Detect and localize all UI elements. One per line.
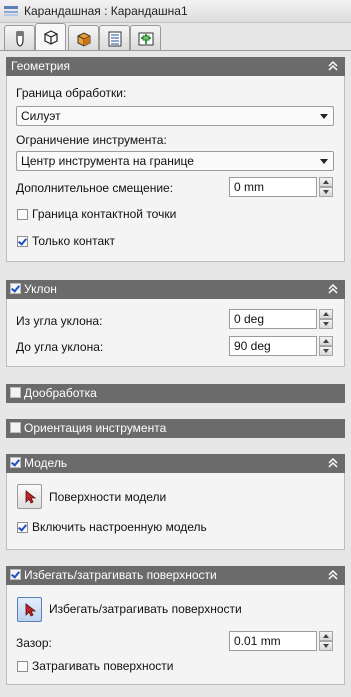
stepper-up-icon[interactable] [319,631,333,641]
tab-stock[interactable] [68,25,99,50]
section-enable-checkbox[interactable] [10,569,21,580]
title-bar: Карандашная : Карандашна1 [0,0,351,23]
section-title: Избегать/затрагивать поверхности [24,568,217,582]
section-rest-machining-header[interactable]: Дообработка [6,384,345,403]
input-value: 0 mm [234,180,264,194]
section-tool-orientation-header[interactable]: Ориентация инструмента [6,419,345,438]
input-value: 0 deg [234,312,265,326]
contact-only-label: Только контакт [32,234,116,248]
contact-point-boundary-checkbox[interactable] [17,209,28,220]
collapse-chevron-icon[interactable] [327,282,339,296]
tab-limits[interactable] [35,23,66,51]
touch-surfaces-checkbox[interactable] [17,661,28,672]
to-slope-angle-input[interactable]: 90 deg [229,336,317,356]
window-title: Карандашная : Карандашна1 [24,4,188,18]
tab-linking[interactable] [130,25,161,50]
from-slope-angle-stepper[interactable] [319,309,333,329]
clearance-label: Зазор: [16,636,52,650]
to-slope-angle-stepper[interactable] [319,336,333,356]
touch-surfaces-label: Затрагивать поверхности [32,659,174,673]
clearance-stepper[interactable] [319,631,333,651]
additional-offset-label: Дополнительное смещение: [16,181,174,195]
input-value: 90 deg [234,339,271,353]
section-title: Ориентация инструмента [24,421,167,435]
section-title: Модель [24,456,68,470]
tab-divider [0,50,351,51]
section-geometry-header[interactable]: Геометрия [6,57,345,76]
avoid-touch-surfaces-label: Избегать/затрагивать поверхности [49,602,242,616]
stepper-down-icon[interactable] [319,187,333,197]
tool-containment-label: Ограничение инструмента: [16,133,167,147]
collapse-chevron-icon[interactable] [327,59,339,73]
contact-point-boundary-label: Граница контактной точки [32,207,177,221]
stepper-up-icon[interactable] [319,309,333,319]
collapse-chevron-icon[interactable] [327,456,339,470]
tool-containment-dropdown[interactable]: Центр инструмента на границе [16,151,334,171]
tab-tool[interactable] [4,25,35,50]
section-enable-checkbox[interactable] [10,422,21,433]
input-value: 0.01 mm [234,634,281,648]
stepper-down-icon[interactable] [319,641,333,651]
dropdown-value: Центр инструмента на границе [21,154,194,168]
include-stock-model-label: Включить настроенную модель [32,520,207,534]
toolpath-icon [4,5,18,17]
dropdown-arrow-icon [320,159,328,164]
tab-passes[interactable] [99,25,130,50]
section-model-header[interactable]: Модель [6,454,345,473]
section-model-body [6,473,345,550]
section-title: Геометрия [11,59,70,73]
include-stock-model-checkbox[interactable] [17,522,28,533]
contact-only-checkbox[interactable] [17,236,28,247]
clearance-input[interactable]: 0.01 mm [229,631,317,651]
dropdown-value: Силуэт [21,109,61,123]
section-slope-header[interactable]: Уклон [6,280,345,299]
stepper-down-icon[interactable] [319,319,333,329]
section-title: Уклон [24,282,57,296]
section-enable-checkbox[interactable] [10,387,21,398]
to-slope-angle-label: До угла уклона: [16,340,104,354]
from-slope-angle-label: Из угла уклона: [16,314,103,328]
section-title: Дообработка [24,386,97,400]
from-slope-angle-input[interactable]: 0 deg [229,309,317,329]
machining-boundary-label: Граница обработки: [16,86,127,100]
stepper-up-icon[interactable] [319,336,333,346]
dropdown-arrow-icon [320,114,328,119]
avoid-touch-surfaces-select-button[interactable] [17,597,42,622]
section-enable-checkbox[interactable] [10,457,21,468]
collapse-chevron-icon[interactable] [327,568,339,582]
section-avoid-touch-header[interactable]: Избегать/затрагивать поверхности [6,566,345,585]
model-surfaces-select-button[interactable] [17,484,42,509]
stepper-up-icon[interactable] [319,177,333,187]
section-enable-checkbox[interactable] [10,283,21,294]
stepper-down-icon[interactable] [319,346,333,356]
machining-boundary-dropdown[interactable]: Силуэт [16,106,334,126]
model-surfaces-label: Поверхности модели [49,490,167,504]
additional-offset-stepper[interactable] [319,177,333,197]
additional-offset-input[interactable]: 0 mm [229,177,317,197]
